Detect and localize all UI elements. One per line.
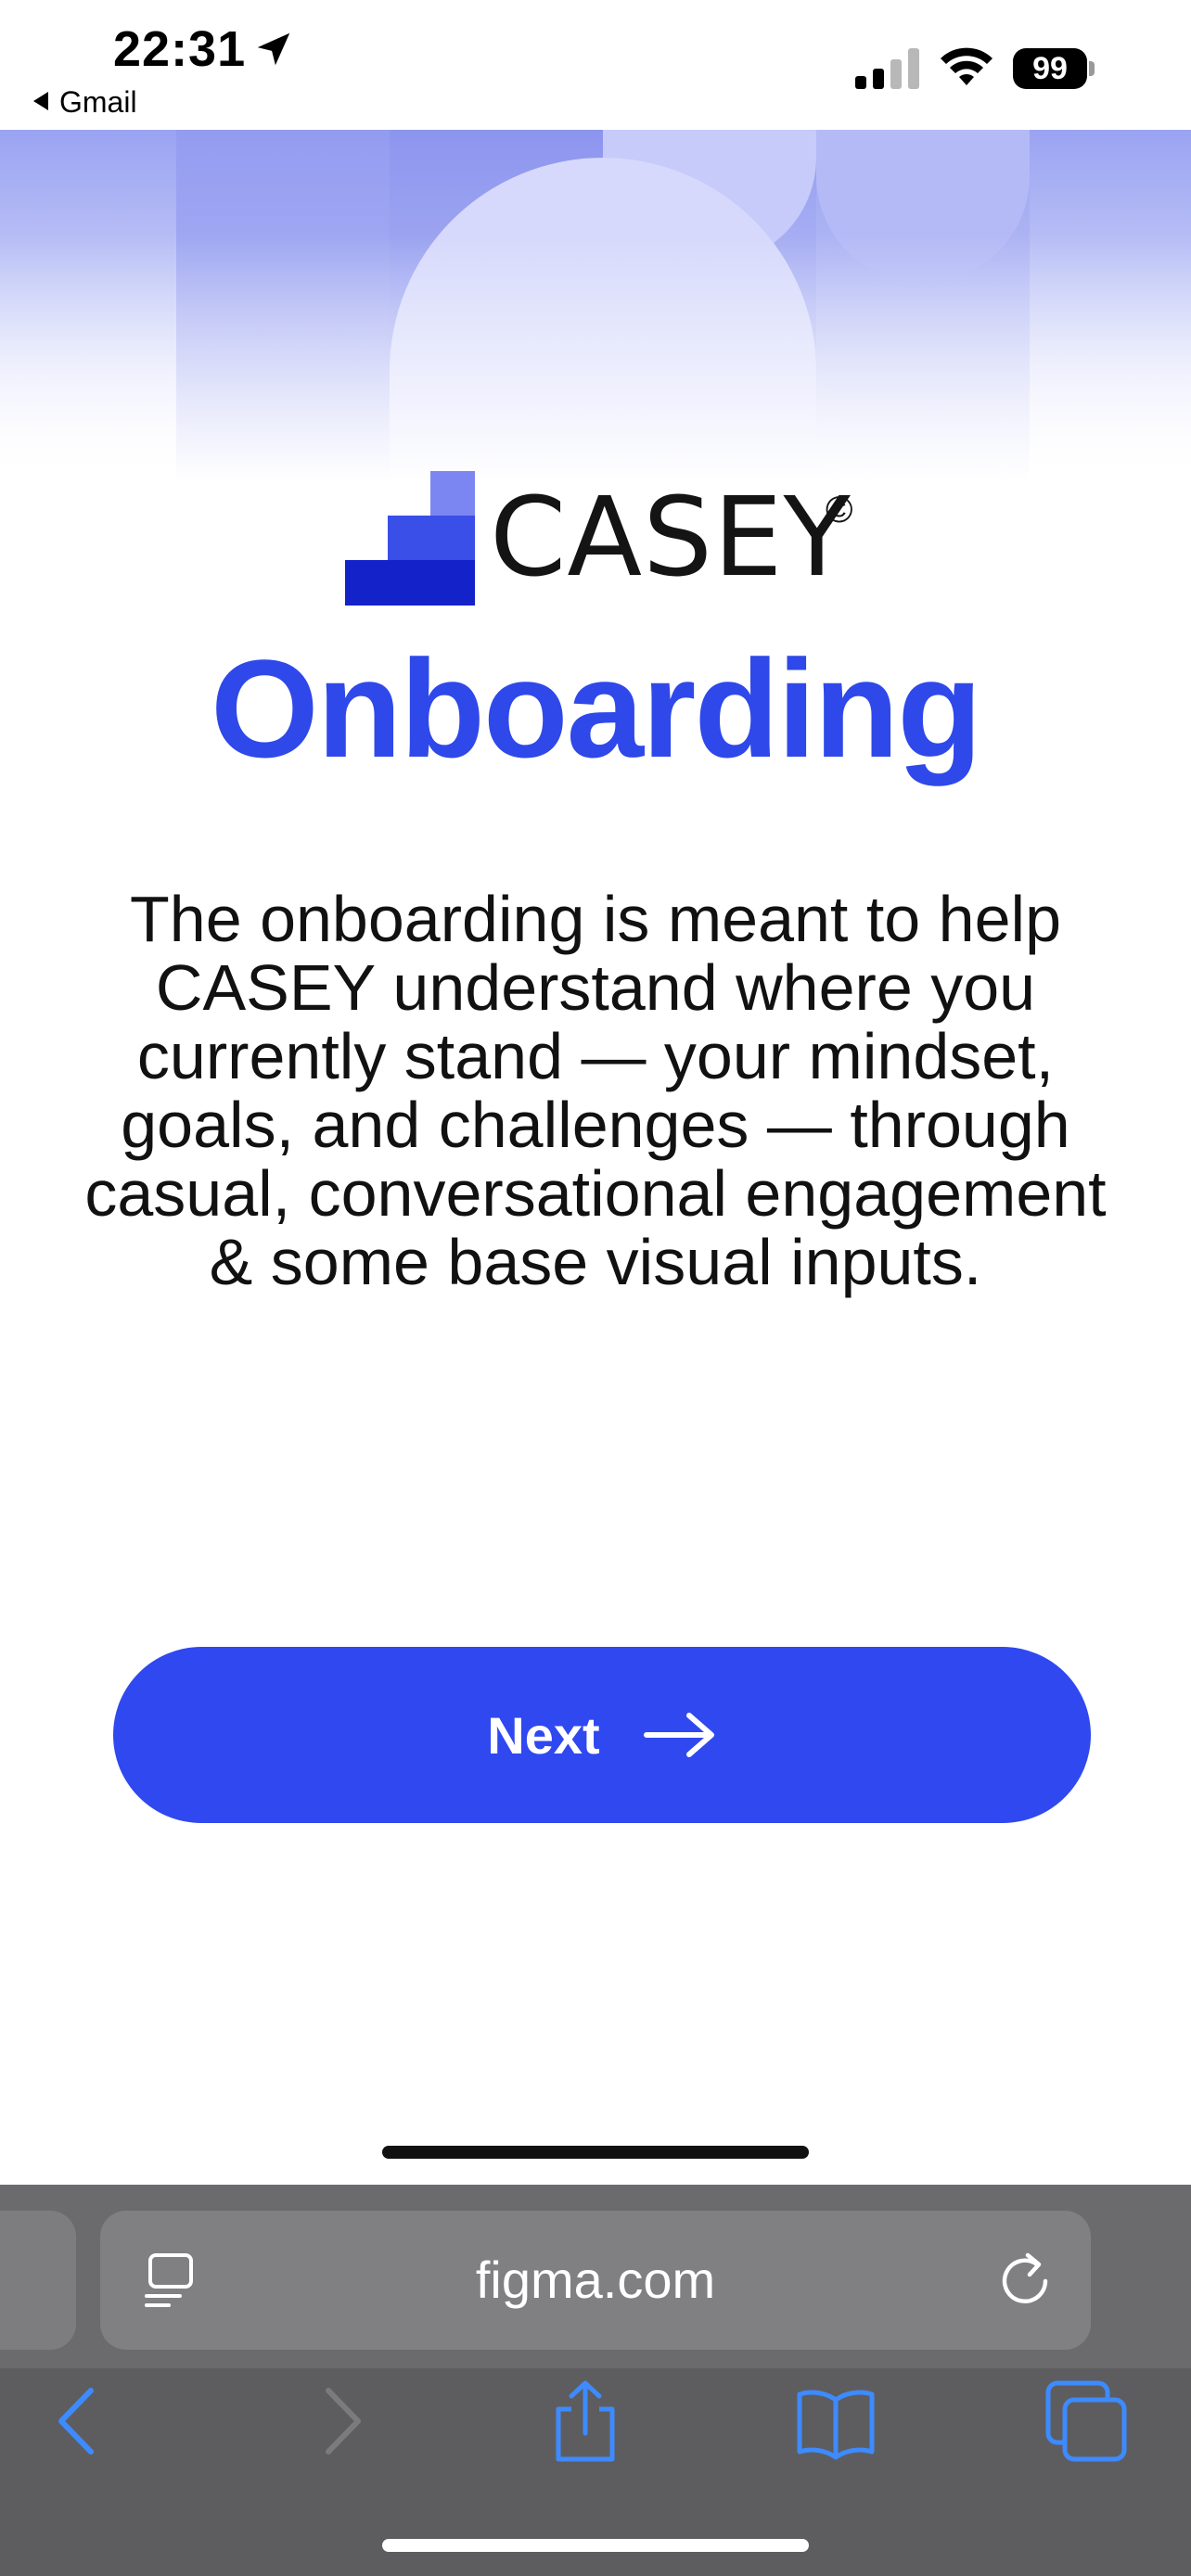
back-icon[interactable] (37, 2379, 121, 2463)
page-title: Onboarding (211, 631, 982, 786)
battery-indicator: 99 (1013, 48, 1095, 89)
next-button-label: Next (487, 1705, 600, 1765)
forward-icon[interactable] (299, 2379, 382, 2463)
share-icon[interactable] (544, 2379, 627, 2463)
back-app-label: Gmail (59, 85, 137, 119)
tabs-icon[interactable] (1044, 2379, 1128, 2463)
url-text[interactable]: figma.com (100, 2250, 1091, 2310)
copyright-mark: © (826, 490, 853, 530)
casey-logo-mark (345, 471, 475, 606)
home-indicator-bottom (382, 2539, 809, 2552)
onboarding-description: The onboarding is meant to help CASEY un… (84, 883, 1107, 1298)
casey-logo-text: CASEY (490, 473, 852, 601)
bookmarks-icon[interactable] (794, 2379, 877, 2463)
previous-tab-preview[interactable] (0, 2211, 76, 2350)
browser-address-area: figma.com (0, 2185, 1191, 2368)
cellular-signal-icon (855, 48, 919, 89)
address-bar[interactable]: figma.com (100, 2211, 1091, 2350)
status-time: 22:31 (113, 21, 247, 77)
wifi-icon (941, 47, 992, 85)
hero-banner (0, 130, 1191, 482)
arrow-right-icon (643, 1713, 714, 1757)
battery-level: 99 (1013, 48, 1087, 89)
next-button[interactable]: Next (113, 1647, 1091, 1823)
reload-icon[interactable] (996, 2250, 1054, 2311)
location-arrow-icon (257, 32, 290, 66)
back-triangle-icon (33, 92, 48, 110)
back-to-app-link[interactable]: Gmail (33, 85, 137, 120)
hero-fade (0, 130, 1191, 482)
status-bar: 22:31 Gmail 99 (0, 0, 1191, 130)
casey-logo: CASEY © (345, 471, 864, 606)
battery-nub (1089, 61, 1095, 76)
home-indicator (382, 2146, 809, 2159)
